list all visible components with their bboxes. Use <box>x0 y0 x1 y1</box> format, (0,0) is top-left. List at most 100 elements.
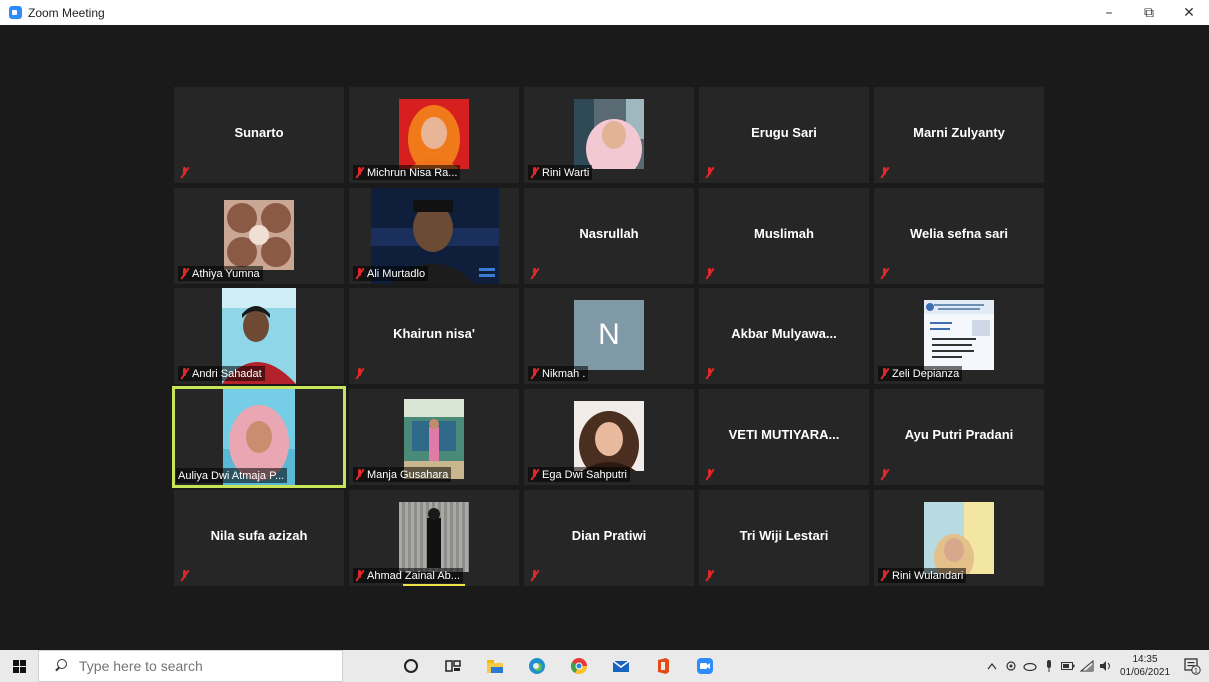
participant-tile[interactable]: Rini Wulandari <box>874 490 1044 586</box>
participant-tile[interactable]: Ahmad Zainal Ab... <box>349 490 519 586</box>
participant-name: Michrun Nisa Ra... <box>367 166 458 179</box>
windows-taskbar: 14:35 01/06/2021 1 <box>0 650 1209 682</box>
participant-tile-active-speaker[interactable]: Auliya Dwi Atmaja P... <box>172 386 346 488</box>
window-controls: – ⧉ ✕ <box>1089 0 1209 25</box>
start-button[interactable] <box>0 650 38 682</box>
participant-tile[interactable]: N Nikmah . <box>524 288 694 384</box>
onedrive-icon[interactable] <box>1020 650 1039 682</box>
participant-tile[interactable]: Andri Sahadat <box>174 288 344 384</box>
participant-name: Auliya Dwi Atmaja P... <box>178 469 285 482</box>
participant-label <box>353 366 367 381</box>
participant-name: Nikmah . <box>542 367 586 380</box>
participant-avatar: N <box>574 300 644 370</box>
taskbar-search[interactable] <box>38 650 343 682</box>
participant-label <box>528 568 542 583</box>
window-title: Zoom Meeting <box>28 5 105 20</box>
participant-tile[interactable]: Zeli Depianza <box>874 288 1044 384</box>
muted-mic-icon <box>530 167 539 178</box>
zoom-icon[interactable] <box>684 650 726 682</box>
muted-mic-icon <box>355 570 364 581</box>
pinned-apps <box>390 650 726 682</box>
muted-mic-icon <box>180 368 189 379</box>
edge-icon[interactable] <box>516 650 558 682</box>
participant-tile[interactable]: Tri Wiji Lestari <box>699 490 869 586</box>
participant-tile[interactable]: Khairun nisa' <box>349 288 519 384</box>
participant-name: Rini Wulandari <box>892 569 964 582</box>
participant-tile[interactable]: Rini Warti <box>524 87 694 183</box>
participant-label: Auliya Dwi Atmaja P... <box>176 468 288 483</box>
participant-tile[interactable]: Athiya Yumna <box>174 188 344 284</box>
participant-tile[interactable]: Welia sefna sari <box>874 188 1044 284</box>
title-bar: Zoom Meeting – ⧉ ✕ <box>0 0 1209 25</box>
muted-mic-icon <box>880 268 889 279</box>
participant-tile[interactable]: VETI MUTIYARA... <box>699 389 869 485</box>
muted-mic-icon <box>180 268 189 279</box>
muted-mic-icon <box>880 570 889 581</box>
participant-label: Ega Dwi Sahputri <box>528 467 630 482</box>
wifi-icon[interactable] <box>1077 650 1096 682</box>
taskbar-clock[interactable]: 14:35 01/06/2021 <box>1115 653 1175 679</box>
file-explorer-icon[interactable] <box>474 650 516 682</box>
volume-icon[interactable] <box>1096 650 1115 682</box>
participant-tile[interactable]: Michrun Nisa Ra... <box>349 87 519 183</box>
participant-tile[interactable]: Akbar Mulyawa... <box>699 288 869 384</box>
muted-mic-icon <box>705 469 714 480</box>
participant-tile[interactable]: Manja Gusahara <box>349 389 519 485</box>
battery-icon[interactable] <box>1058 650 1077 682</box>
participant-name: Nila sufa azizah <box>210 528 308 543</box>
muted-mic-icon <box>355 167 364 178</box>
muted-mic-icon <box>355 268 364 279</box>
restore-button[interactable]: ⧉ <box>1129 0 1169 25</box>
participant-tile[interactable]: Erugu Sari <box>699 87 869 183</box>
participant-label <box>703 366 717 381</box>
cortana-icon[interactable] <box>390 650 432 682</box>
participant-name: Ayu Putri Pradani <box>904 427 1014 442</box>
muted-mic-icon <box>180 570 189 581</box>
participant-tile[interactable]: Sunarto <box>174 87 344 183</box>
muted-mic-icon <box>530 570 539 581</box>
participant-tile[interactable]: Dian Pratiwi <box>524 490 694 586</box>
participant-name: Khairun nisa' <box>393 326 475 341</box>
participant-label: Rini Wulandari <box>878 568 967 583</box>
participant-label <box>703 165 717 180</box>
participant-tile[interactable]: Marni Zulyanty <box>874 87 1044 183</box>
participant-name: Nasrullah <box>579 226 639 241</box>
participant-label <box>878 165 892 180</box>
participant-label: Nikmah . <box>528 366 589 381</box>
clock-time: 14:35 <box>1132 654 1158 665</box>
minimize-button[interactable]: – <box>1089 0 1129 25</box>
muted-mic-icon <box>530 469 539 480</box>
participant-name: Andri Sahadat <box>192 367 262 380</box>
search-input[interactable] <box>79 658 319 674</box>
chrome-icon[interactable] <box>558 650 600 682</box>
zoom-app-icon <box>9 6 22 19</box>
participant-label: Andri Sahadat <box>178 366 265 381</box>
participant-name: Marni Zulyanty <box>913 125 1005 140</box>
notification-center-icon[interactable]: 1 <box>1175 650 1209 682</box>
participant-video <box>399 502 469 572</box>
participant-video <box>399 99 469 169</box>
participant-name: Welia sefna sari <box>909 226 1009 241</box>
participant-tile[interactable]: Ali Murtadlo <box>349 188 519 284</box>
participant-name: Zeli Depianza <box>892 367 960 380</box>
participant-tile[interactable]: Ega Dwi Sahputri <box>524 389 694 485</box>
participant-tile[interactable]: Nasrullah <box>524 188 694 284</box>
microphone-icon[interactable] <box>1039 650 1058 682</box>
participant-video <box>924 502 994 574</box>
chevron-up-icon[interactable] <box>982 650 1001 682</box>
participant-label <box>878 467 892 482</box>
gallery-view: Sunarto Michrun Nisa Ra... Rini Warti Er… <box>6 25 1203 647</box>
participant-tile[interactable]: Muslimah <box>699 188 869 284</box>
task-view-icon[interactable] <box>432 650 474 682</box>
participant-tile[interactable]: Nila sufa azizah <box>174 490 344 586</box>
participant-name: Tri Wiji Lestari <box>739 528 829 543</box>
close-button[interactable]: ✕ <box>1169 0 1209 25</box>
participant-name: Erugu Sari <box>751 125 817 140</box>
participant-tile[interactable]: Ayu Putri Pradani <box>874 389 1044 485</box>
office-icon[interactable] <box>642 650 684 682</box>
device-icon[interactable] <box>1001 650 1020 682</box>
participant-label <box>703 568 717 583</box>
mail-icon[interactable] <box>600 650 642 682</box>
participant-video <box>574 401 644 471</box>
muted-mic-icon <box>705 268 714 279</box>
